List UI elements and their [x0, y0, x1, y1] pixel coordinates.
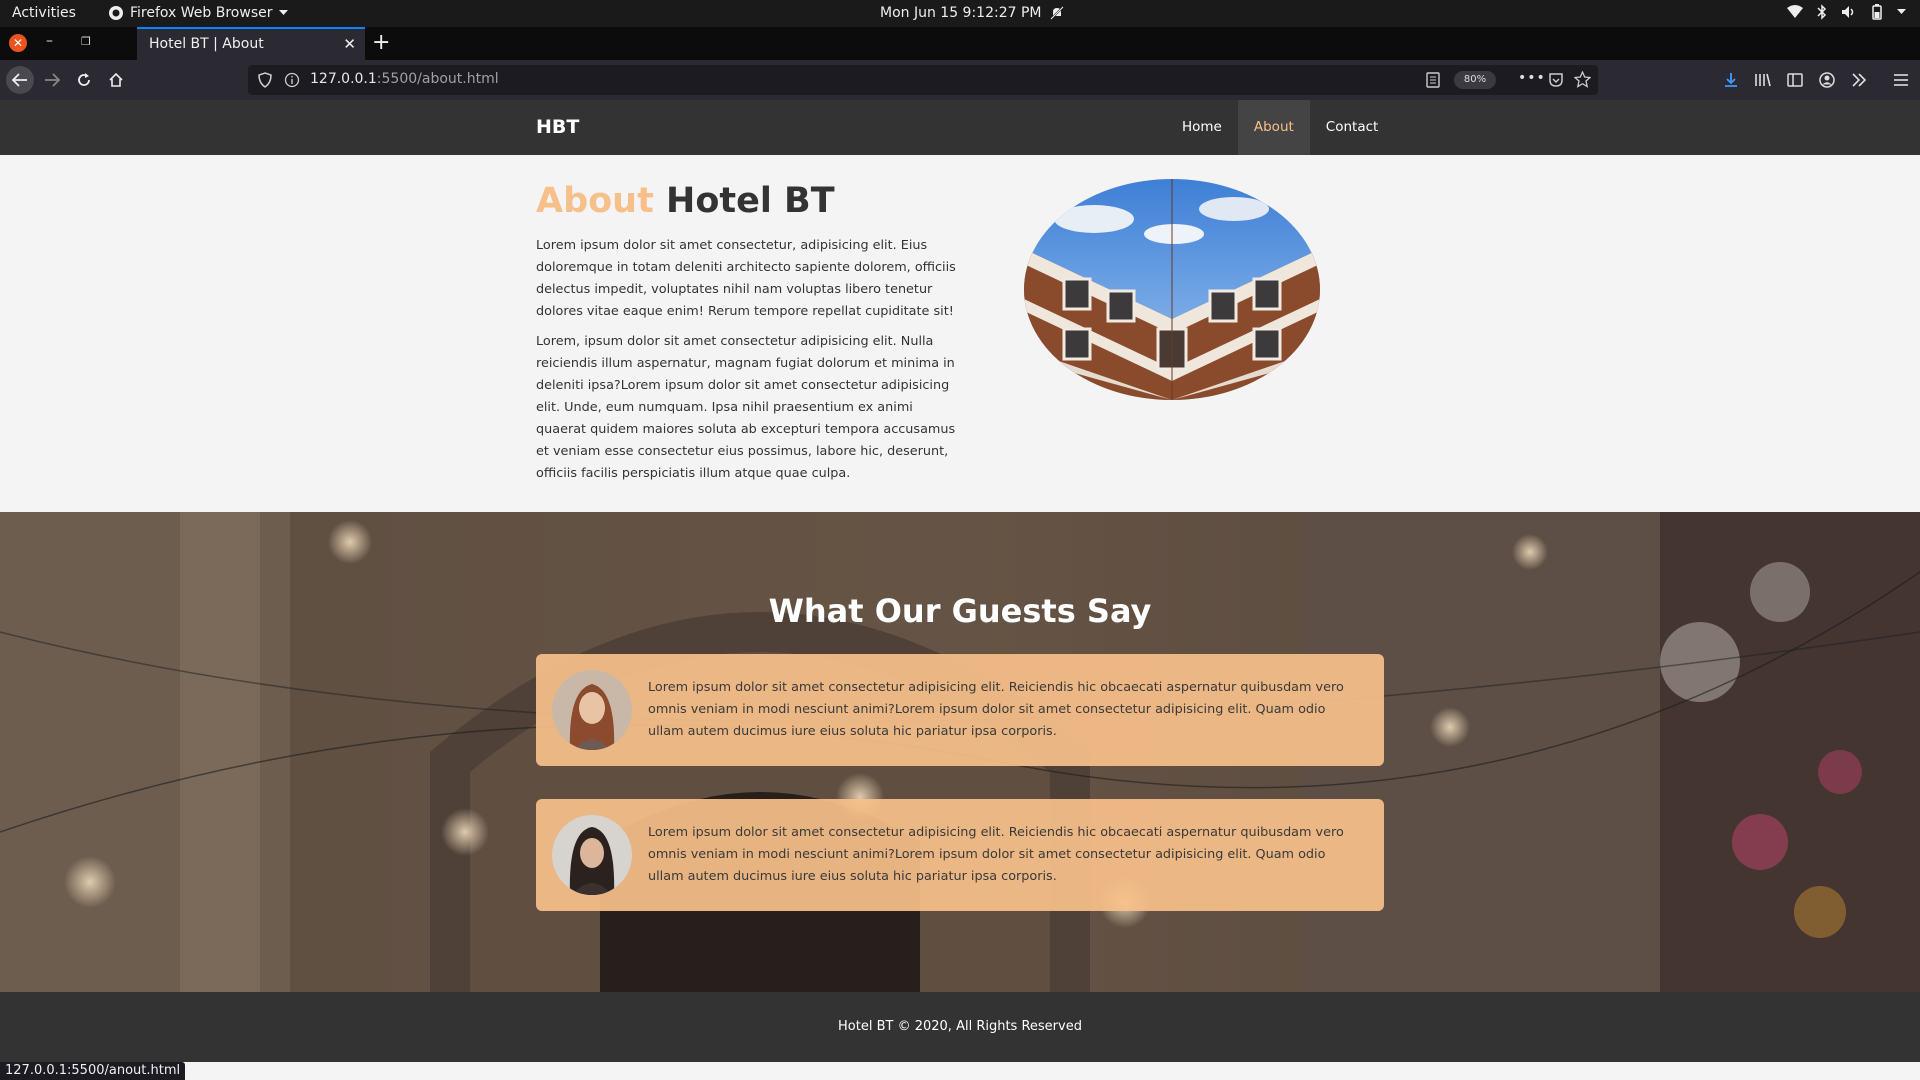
page-viewport: HBT Home About Contact About Hotel BT Lo…: [0, 100, 1920, 1080]
about-text: Lorem ipsum dolor sit amet consectetur, …: [536, 235, 958, 493]
forward-button[interactable]: [40, 68, 64, 92]
home-button[interactable]: [104, 68, 128, 92]
downloads-button[interactable]: [1719, 68, 1743, 92]
wifi-icon: [1787, 5, 1803, 19]
site-navbar: HBT Home About Contact: [0, 100, 1920, 155]
footer-copyright: Hotel BT © 2020, All Rights Reserved: [838, 1019, 1082, 1034]
hotel-building-image: [1024, 179, 1320, 400]
guest-avatar: [552, 670, 632, 750]
back-arrow-icon: [12, 73, 27, 87]
volume-icon: [1841, 5, 1857, 19]
url-host: 127.0.0.1: [310, 71, 377, 87]
system-top-bar: Activities Firefox Web Browser Mon Jun 1…: [0, 0, 1920, 27]
reload-icon: [78, 73, 90, 86]
sidebar-icon: [1787, 73, 1803, 87]
back-button[interactable]: [6, 66, 34, 94]
shield-icon[interactable]: [258, 72, 272, 92]
url-bar[interactable]: 127.0.0.1:5500/about.html 80% •••: [248, 65, 1598, 95]
forward-arrow-icon: [45, 73, 60, 87]
pocket-icon[interactable]: [1548, 72, 1564, 92]
new-tab-button[interactable]: +: [372, 30, 390, 55]
page-actions-menu-icon[interactable]: •••: [1518, 70, 1546, 86]
nav-link-home[interactable]: Home: [1166, 100, 1238, 155]
tab-close-icon[interactable]: ✕: [343, 35, 356, 53]
system-tray[interactable]: [1787, 4, 1906, 20]
tab-strip: ✕ – ❐ Hotel BT | About ✕ +: [0, 27, 1920, 60]
account-icon: [1819, 72, 1835, 88]
nav-link-about[interactable]: About: [1237, 100, 1310, 155]
app-menu-button[interactable]: [1889, 68, 1913, 92]
battery-icon: [1871, 4, 1883, 20]
url-path: :5500/about.html: [376, 71, 499, 87]
library-button[interactable]: [1751, 68, 1775, 92]
about-paragraph-2: Lorem, ipsum dolor sit amet consectetur …: [536, 334, 956, 481]
about-paragraph-1: Lorem ipsum dolor sit amet consectetur, …: [536, 238, 956, 319]
bluetooth-icon: [1817, 4, 1827, 20]
sidebar-button[interactable]: [1783, 68, 1807, 92]
link-status-bar: 127.0.0.1:5500/anout.html: [0, 1062, 186, 1080]
about-title: About Hotel BT: [536, 181, 835, 221]
window-minimize-button[interactable]: –: [46, 33, 53, 49]
reload-button[interactable]: [72, 68, 96, 92]
nav-links: Home About Contact: [1166, 100, 1394, 155]
testimonials-title: What Our Guests Say: [768, 592, 1152, 630]
nav-link-contact[interactable]: Contact: [1310, 100, 1395, 155]
chevron-double-right-icon: [1852, 73, 1867, 87]
testimonial-text: Lorem ipsum dolor sit amet consectetur a…: [648, 680, 1344, 739]
home-icon: [109, 72, 123, 87]
url-text: 127.0.0.1:5500/about.html: [310, 71, 499, 87]
guest-avatar: [552, 815, 632, 895]
about-title-rest: Hotel BT: [653, 181, 835, 221]
testimonial-card: Lorem ipsum dolor sit amet consectetur a…: [536, 654, 1384, 766]
window-close-button[interactable]: ✕: [9, 34, 27, 52]
site-info-icon[interactable]: [284, 72, 300, 92]
app-menu[interactable]: Firefox Web Browser: [108, 5, 288, 21]
tab-title: Hotel BT | About: [149, 36, 264, 52]
testimonial-text: Lorem ipsum dolor sit amet consectetur a…: [648, 825, 1344, 884]
download-icon: [1725, 73, 1737, 87]
about-section: About Hotel BT Lorem ipsum dolor sit ame…: [0, 155, 1920, 512]
caret-down-icon: [278, 10, 288, 16]
testimonials-section: What Our Guests Say Lorem ipsum dolor si…: [0, 512, 1920, 992]
clock-text: Mon Jun 15 9:12:27 PM: [880, 5, 1042, 21]
app-menu-label: Firefox Web Browser: [130, 5, 273, 21]
site-brand-logo[interactable]: HBT: [536, 116, 579, 138]
site-footer: Hotel BT © 2020, All Rights Reserved: [0, 992, 1920, 1062]
reader-view-icon[interactable]: [1426, 72, 1440, 92]
account-button[interactable]: [1815, 68, 1839, 92]
library-icon: [1755, 73, 1771, 87]
activities-button[interactable]: Activities: [12, 5, 76, 21]
testimonial-card: Lorem ipsum dolor sit amet consectetur a…: [536, 799, 1384, 911]
bookmark-star-icon[interactable]: [1573, 70, 1592, 92]
window-restore-button[interactable]: ❐: [81, 35, 91, 48]
nav-toolbar: 127.0.0.1:5500/about.html 80% •••: [0, 60, 1920, 100]
zoom-level-badge[interactable]: 80%: [1454, 71, 1496, 89]
firefox-icon: [108, 5, 124, 21]
hamburger-menu-icon: [1894, 74, 1908, 86]
clock[interactable]: Mon Jun 15 9:12:27 PM: [880, 5, 1064, 21]
about-title-accent: About: [536, 181, 654, 221]
notifications-off-icon: [1049, 6, 1064, 20]
system-menu-caret-icon: [1897, 9, 1906, 15]
tab-hotel-about[interactable]: Hotel BT | About ✕: [137, 27, 365, 60]
overflow-button[interactable]: [1847, 68, 1871, 92]
